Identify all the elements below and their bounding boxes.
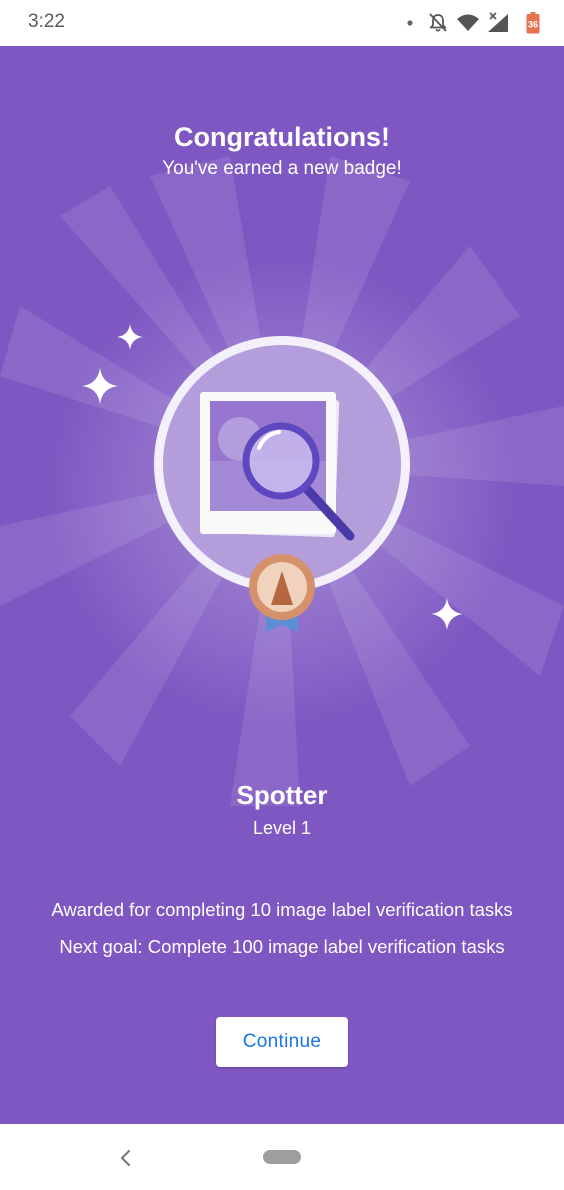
wifi-icon [457,14,479,31]
spotter-badge [154,336,410,632]
badge-name: Spotter [236,780,328,810]
badge-celebration-screen: Congratulations! You've earned a new bad… [0,46,564,1124]
badge-level: Level 1 [252,818,312,838]
status-bar: 3:22 36 [0,0,564,46]
notification-dot-icon [407,20,413,26]
awarded-description: Awarded for completing 10 image label ve… [51,899,513,920]
back-icon[interactable] [114,1146,138,1170]
navigation-bar [0,1124,564,1190]
battery-level: 36 [528,20,538,30]
next-goal-description: Next goal: Complete 100 image label veri… [59,936,505,957]
notifications-off-icon [429,13,447,32]
continue-button[interactable]: Continue [216,1017,348,1067]
home-pill-icon[interactable] [263,1150,301,1164]
bronze-medal-icon [249,554,315,632]
image-magnifier-icon [200,392,355,541]
status-time: 3:22 [28,11,65,32]
cell-signal-icon [488,12,508,32]
battery-icon: 36 [526,12,540,34]
